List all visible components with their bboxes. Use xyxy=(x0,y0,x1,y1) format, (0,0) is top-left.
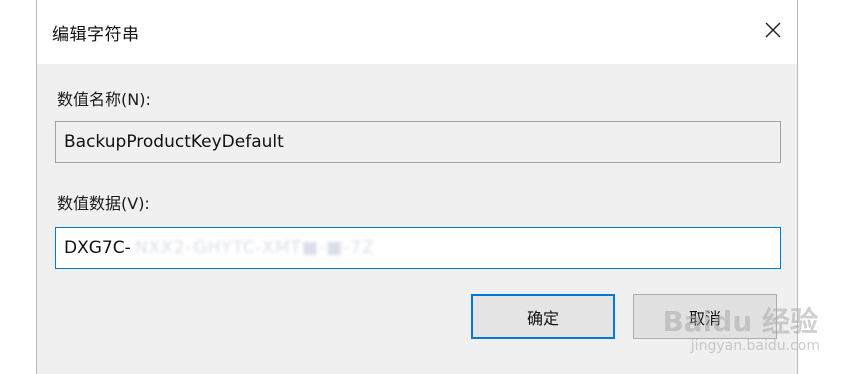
cancel-button[interactable]: 取消 xyxy=(633,294,777,339)
close-icon xyxy=(765,22,781,38)
value-data-obscured: NXX2-GHYTC-XMT■-■-7Z xyxy=(134,238,375,258)
value-name-field: BackupProductKeyDefault xyxy=(55,121,781,163)
value-data-label: 数值数据(V): xyxy=(57,194,150,213)
close-button[interactable] xyxy=(749,8,797,52)
value-name-text: BackupProductKeyDefault xyxy=(64,132,284,152)
value-data-prefix: DXG7C- xyxy=(64,238,131,258)
screenshot-canvas: 编辑字符串 数值名称(N): BackupProductKeyDefault 数… xyxy=(0,0,866,374)
dialog-title: 编辑字符串 xyxy=(52,25,140,45)
value-name-label: 数值名称(N): xyxy=(57,90,151,109)
edit-string-dialog: 编辑字符串 数值名称(N): BackupProductKeyDefault 数… xyxy=(36,0,798,374)
value-data-input[interactable]: DXG7C- NXX2-GHYTC-XMT■-■-7Z xyxy=(55,227,781,269)
title-bar[interactable]: 编辑字符串 xyxy=(37,0,797,64)
ok-button[interactable]: 确定 xyxy=(471,294,615,339)
